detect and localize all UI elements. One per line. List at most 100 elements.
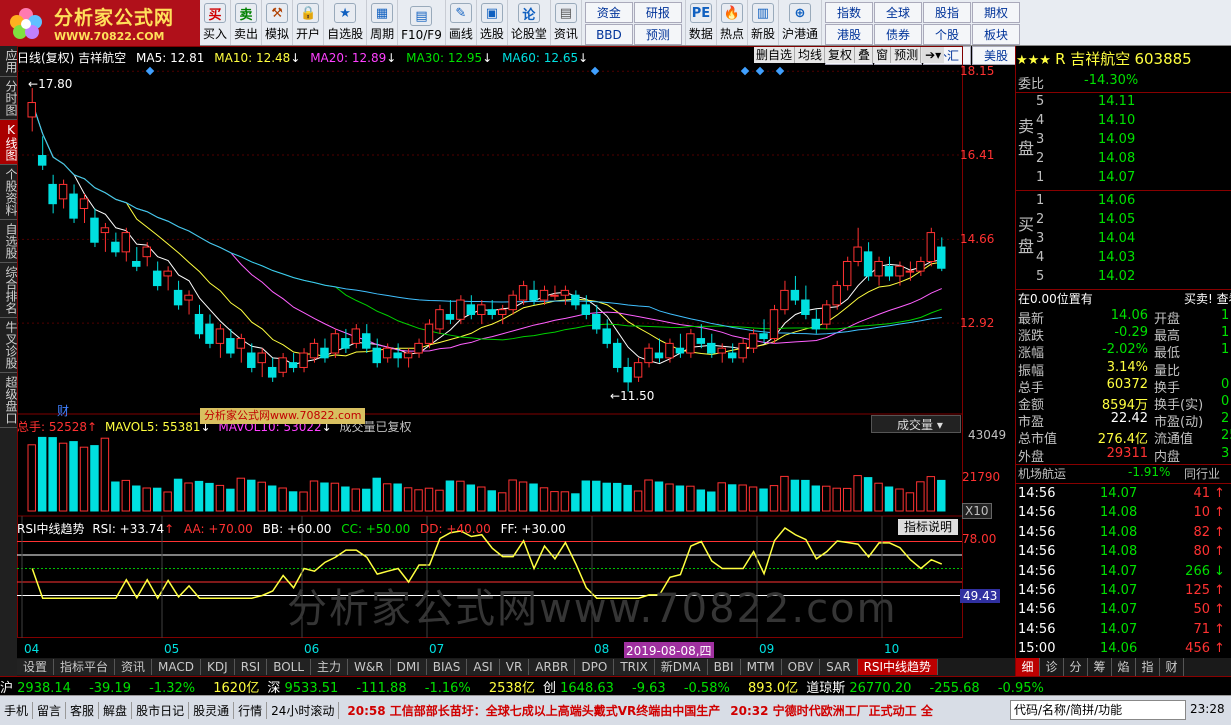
chart-control-4[interactable]: 窗	[874, 47, 892, 63]
buy-level-3[interactable]: 4 14.03	[1016, 250, 1231, 269]
vtab-7[interactable]: 超级盘口	[0, 373, 18, 428]
grid-button-1[interactable]: 研报	[633, 2, 682, 23]
panel-toggle-icon[interactable]: ➔▾	[922, 47, 945, 63]
vtab-1[interactable]: 分时图	[0, 77, 18, 120]
toolbar-button-4[interactable]: ★ 自选股	[324, 0, 368, 45]
toolbar-button-14[interactable]: ⊕ 沪港通	[779, 0, 822, 45]
sell-level-3[interactable]: 2 14.08	[1016, 151, 1231, 170]
market-button-1[interactable]: 全球	[873, 2, 922, 23]
status-item-3[interactable]: 解盘	[99, 702, 133, 719]
market-button-5[interactable]: 债券	[873, 24, 922, 45]
kline-chart-area[interactable]: 日线(复权) 吉祥航空 MA5: 12.81 MA10: 12.48↓ MA20…	[17, 46, 1015, 659]
status-item-6[interactable]: 行情	[234, 702, 268, 719]
market-button-7[interactable]: 板块	[971, 24, 1020, 45]
status-item-7[interactable]: 24小时滚动	[267, 702, 340, 719]
market-button-3[interactable]: 期权	[971, 2, 1020, 23]
market-button-0[interactable]: 指数	[824, 2, 873, 23]
indicator-tab-5[interactable]: RSI	[234, 659, 268, 675]
indicator-tab-9[interactable]: DMI	[390, 659, 427, 675]
indicator-tab-11[interactable]: ASI	[467, 659, 500, 675]
toolbar-button-7[interactable]: ✎ 画线	[446, 0, 477, 45]
sell-level-4[interactable]: 1 14.07	[1016, 170, 1231, 189]
toolbar-button-10[interactable]: ▤ 资讯	[551, 0, 582, 45]
quote-tab-3[interactable]: 筹	[1088, 658, 1112, 676]
grid-button-2[interactable]: BBD	[584, 24, 633, 45]
vtab-4[interactable]: 自选股	[0, 220, 18, 263]
search-input[interactable]: 代码/名称/简拼/功能	[1010, 700, 1186, 720]
indicator-tab-17[interactable]: BBI	[707, 659, 741, 675]
toolbar-button-2[interactable]: ⚒ 模拟	[262, 0, 294, 45]
status-item-4[interactable]: 股市日记	[132, 702, 190, 719]
news-ticker-1[interactable]: 20:58 工信部部长苗圩：全球七成以上高端头戴式VR终端由中国生产	[347, 702, 720, 719]
position-line[interactable]: 在0.00位置有买卖! 查看	[1016, 290, 1231, 309]
toolbar-button-12[interactable]: 🔥 热点	[717, 0, 748, 45]
chart-control-5[interactable]: 预测	[892, 47, 922, 63]
buy-level-4[interactable]: 5 14.02	[1016, 269, 1231, 288]
toolbar-button-5[interactable]: ▦ 周期	[367, 0, 399, 45]
sell-level-0[interactable]: 5 14.11	[1016, 94, 1231, 113]
vtab-5[interactable]: 综合排名	[0, 263, 18, 318]
quote-tab-4[interactable]: 焰	[1112, 658, 1136, 676]
indicator-tab-20[interactable]: SAR	[820, 659, 858, 675]
sector-row[interactable]: 机场航运 -1.91% 同行业	[1016, 465, 1231, 484]
buy-level-2[interactable]: 3 14.04	[1016, 231, 1231, 250]
kline-chart-svg[interactable]	[17, 46, 1015, 656]
status-item-2[interactable]: 客服	[66, 702, 100, 719]
index-item-1[interactable]: 深 9533.51 -111.88 -1.16% 2538亿	[267, 677, 535, 696]
market-button-2[interactable]: 股指	[922, 2, 971, 23]
finance-marker[interactable]: 财	[57, 402, 69, 419]
grid-button-3[interactable]: 预测	[633, 24, 682, 45]
status-item-0[interactable]: 手机	[0, 702, 34, 719]
buy-level-1[interactable]: 2 14.05	[1016, 212, 1231, 231]
indicator-tab-14[interactable]: DPO	[575, 659, 615, 675]
vtab-3[interactable]: 个股资料	[0, 165, 18, 220]
indicator-tab-15[interactable]: TRIX	[614, 659, 655, 675]
status-item-1[interactable]: 留言	[33, 702, 67, 719]
indicator-tab-7[interactable]: 主力	[311, 659, 349, 675]
market-button-4[interactable]: 港股	[824, 24, 873, 45]
indicator-help-button[interactable]: 指标说明	[898, 519, 959, 535]
volume-indicator-select[interactable]: 成交量 ▾	[871, 415, 961, 433]
indicator-tab-18[interactable]: MTM	[740, 659, 782, 675]
quote-tab-1[interactable]: 诊	[1040, 658, 1064, 676]
sell-level-2[interactable]: 3 14.09	[1016, 132, 1231, 151]
toolbar-button-9[interactable]: 论论股堂	[508, 0, 551, 45]
toolbar-button-6[interactable]: ▤ F10/F9	[398, 0, 446, 45]
vtab-2[interactable]: K线图	[0, 120, 18, 165]
indicator-tab-12[interactable]: VR	[499, 659, 530, 675]
chart-control-2[interactable]: 复权	[826, 47, 856, 63]
indicator-tab-3[interactable]: MACD	[152, 659, 202, 675]
sell-level-1[interactable]: 4 14.10	[1016, 113, 1231, 132]
toolbar-button-1[interactable]: 卖卖出	[231, 0, 263, 45]
indicator-tab-8[interactable]: W&R	[348, 659, 391, 675]
indicator-tab-21[interactable]: RSI中线趋势	[857, 659, 939, 675]
toolbar-button-3[interactable]: 🔒 开户	[293, 0, 325, 45]
indicator-tab-19[interactable]: OBV	[781, 659, 821, 675]
indicator-tab-13[interactable]: ARBR	[529, 659, 576, 675]
indicator-tab-10[interactable]: BIAS	[426, 659, 468, 675]
market-button-6[interactable]: 个股	[922, 24, 971, 45]
indicator-tab-1[interactable]: 指标平台	[54, 659, 116, 675]
news-ticker-2[interactable]: 20:32 宁德时代欧洲工厂正式动工 全	[730, 702, 933, 719]
toolbar-button-13[interactable]: ▥ 新股	[748, 0, 779, 45]
quote-tab-6[interactable]: 财	[1160, 658, 1184, 676]
index-item-2[interactable]: 创 1648.63 -9.63 -0.58% 893.0亿	[543, 677, 798, 696]
chart-control-3[interactable]: 叠	[856, 47, 874, 63]
buy-level-0[interactable]: 1 14.06	[1016, 193, 1231, 212]
toolbar-button-8[interactable]: ▣ 选股	[477, 0, 508, 45]
indicator-tab-2[interactable]: 资讯	[115, 659, 153, 675]
quote-tab-2[interactable]: 分	[1064, 658, 1088, 676]
indicator-tab-16[interactable]: 新DMA	[654, 659, 708, 675]
quote-tab-0[interactable]: 细	[1016, 658, 1040, 676]
chart-control-1[interactable]: 均线	[796, 47, 826, 63]
indicator-tab-6[interactable]: BOLL	[267, 659, 312, 675]
index-item-3[interactable]: 道琼斯 26770.20 -255.68 -0.95%	[806, 677, 1058, 696]
grid-button-0[interactable]: 资金	[584, 2, 633, 23]
status-item-5[interactable]: 股灵通	[189, 702, 235, 719]
chart-control-0[interactable]: 删自选	[754, 47, 796, 63]
indicator-tab-4[interactable]: KDJ	[201, 659, 235, 675]
toolbar-button-11[interactable]: PE 数据	[686, 0, 717, 45]
toolbar-button-0[interactable]: 买买入	[200, 0, 232, 45]
vtab-6[interactable]: 牛叉诊股	[0, 318, 18, 373]
quote-tab-5[interactable]: 指	[1136, 658, 1160, 676]
